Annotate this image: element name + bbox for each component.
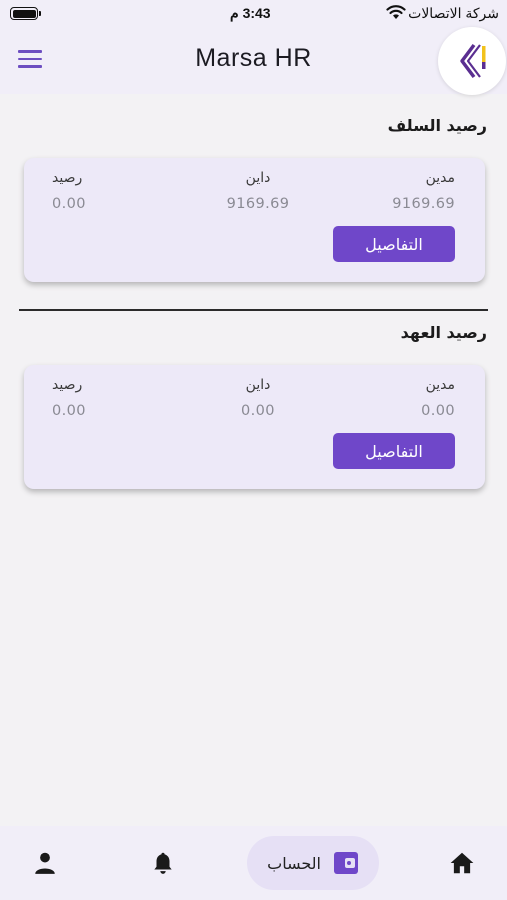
person-icon[interactable] (32, 850, 58, 876)
status-time: 3:43 م (230, 5, 271, 21)
logo (438, 27, 506, 95)
balance-label: رصيد (52, 170, 83, 186)
bottom-nav: الحساب (0, 826, 507, 900)
balance-label: رصيد (52, 377, 83, 393)
app-title: Marsa HR (195, 44, 312, 72)
balance-value: 0.00 (52, 196, 86, 212)
debit-label: مدين (425, 170, 455, 186)
advances-card: مدين داين رصيد 9169.69 9169.69 0.00 التف… (24, 158, 485, 282)
custody-card: مدين داين رصيد 0.00 0.00 0.00 التفاصيل (24, 365, 485, 489)
debit-label: مدين (425, 377, 455, 393)
wallet-icon (334, 852, 358, 874)
credit-value: 9169.69 (226, 196, 290, 212)
nav-account-tab[interactable]: الحساب (247, 836, 379, 890)
home-icon[interactable] (449, 850, 475, 876)
custody-title: رصيد العهد (400, 323, 487, 342)
battery-icon (10, 7, 41, 20)
debit-value: 0.00 (421, 403, 455, 419)
advances-details-button[interactable]: التفاصيل (333, 226, 455, 262)
wifi-icon (386, 5, 406, 19)
carrier-name: شركة الاتصالات (408, 5, 499, 21)
app-header: Marsa HR (0, 27, 507, 95)
section-divider (19, 309, 488, 311)
debit-value: 9169.69 (392, 196, 455, 212)
logo-icon (460, 43, 486, 79)
status-bar: 3:43 م شركة الاتصالات (0, 0, 507, 30)
credit-label: داين (245, 170, 271, 186)
bell-icon[interactable] (150, 850, 176, 876)
custody-details-button[interactable]: التفاصيل (333, 433, 455, 469)
balance-value: 0.00 (52, 403, 86, 419)
nav-account-label: الحساب (267, 854, 321, 873)
credit-value: 0.00 (241, 403, 275, 419)
credit-label: داين (245, 377, 271, 393)
advances-title: رصيد السلف (387, 116, 487, 135)
